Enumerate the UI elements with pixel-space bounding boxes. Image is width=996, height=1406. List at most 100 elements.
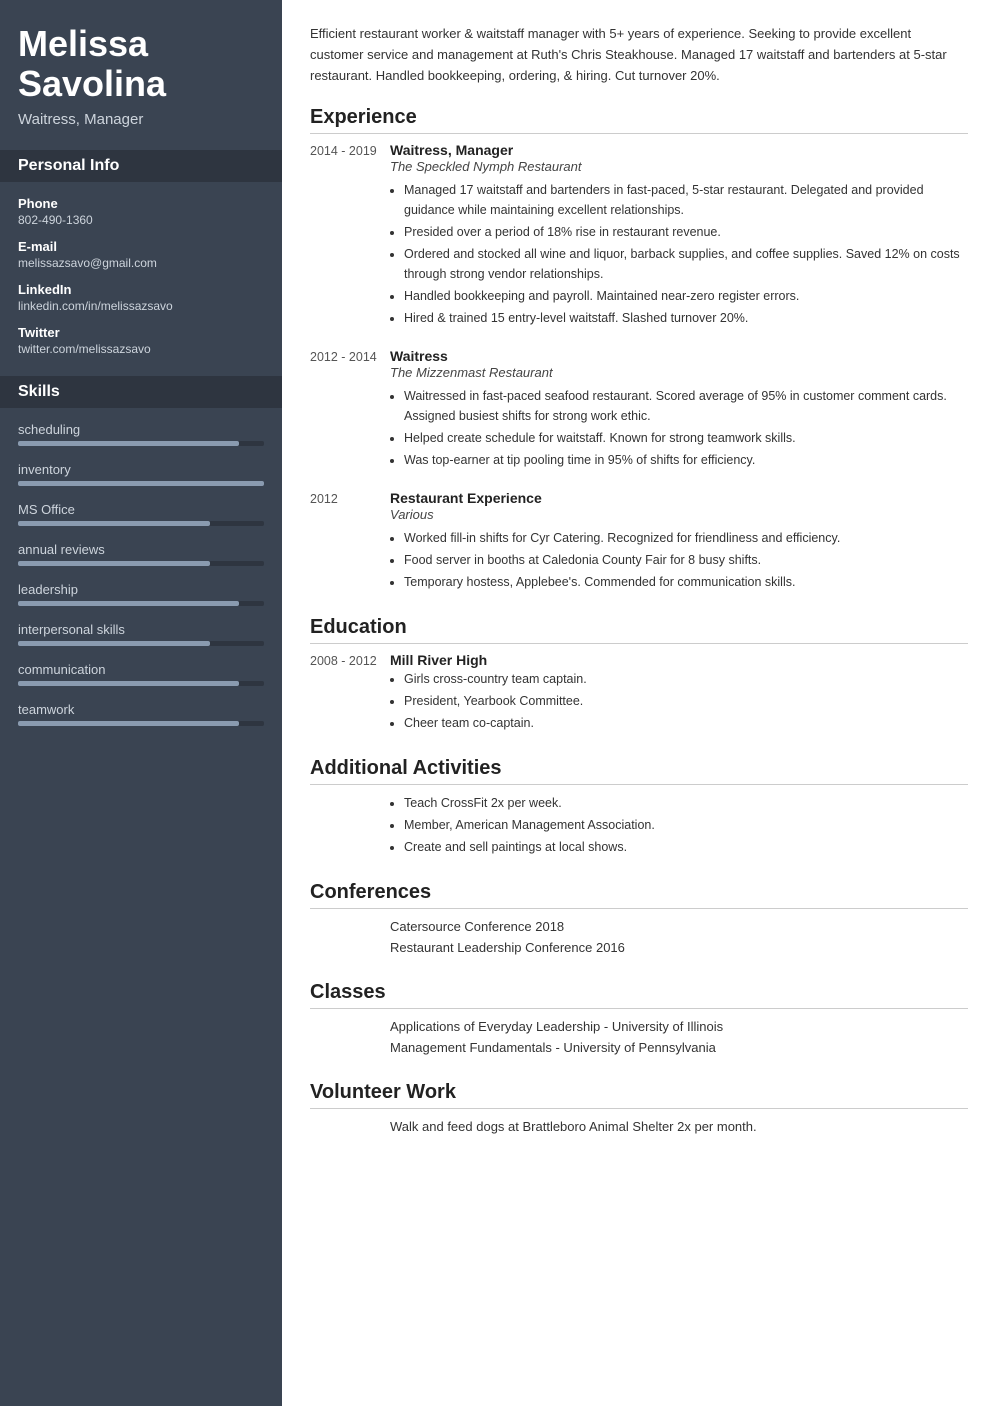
summary-text: Efficient restaurant worker & waitstaff …	[310, 24, 968, 86]
entry-job-title: Waitress, Manager	[390, 142, 968, 158]
entry-job-title: Mill River High	[390, 652, 968, 668]
skill-item: teamwork	[18, 702, 264, 726]
entry-date: 2012	[310, 490, 390, 594]
entry-date: 2008 - 2012	[310, 652, 390, 735]
skill-bar-fill	[18, 441, 239, 446]
bullet: Temporary hostess, Applebee's. Commended…	[404, 572, 968, 592]
bullet: Worked fill-in shifts for Cyr Catering. …	[404, 528, 968, 548]
experience-section: Experience 2014 - 2019 Waitress, Manager…	[310, 106, 968, 594]
skill-bar-bg	[18, 561, 264, 566]
skill-name: interpersonal skills	[18, 622, 264, 637]
bullet: Hired & trained 15 entry-level waitstaff…	[404, 308, 968, 328]
skill-name: communication	[18, 662, 264, 677]
classes-body: Applications of Everyday Leadership - Un…	[390, 1017, 723, 1059]
activities-list: Teach CrossFit 2x per week.Member, Ameri…	[390, 793, 655, 857]
class-item: Management Fundamentals - University of …	[390, 1038, 723, 1059]
skill-name: inventory	[18, 462, 264, 477]
skill-name: teamwork	[18, 702, 264, 717]
entry-bullets: Worked fill-in shifts for Cyr Catering. …	[390, 528, 968, 592]
entry-body: Mill River High Girls cross-country team…	[390, 652, 968, 735]
email-label: E-mail	[18, 239, 264, 254]
email-value: melissazsavo@gmail.com	[18, 256, 264, 270]
twitter-value: twitter.com/melissazsavo	[18, 342, 264, 356]
candidate-name: Melissa Savolina	[18, 24, 264, 103]
entry-body: Restaurant Experience Various Worked fil…	[390, 490, 968, 594]
activities-body: Teach CrossFit 2x per week.Member, Ameri…	[390, 793, 655, 859]
entry-bullets: Managed 17 waitstaff and bartenders in f…	[390, 180, 968, 328]
entry-bullets: Girls cross-country team captain.Preside…	[390, 669, 968, 733]
skill-bar-fill	[18, 481, 264, 486]
bullet: Cheer team co-captain.	[404, 713, 968, 733]
skill-item: inventory	[18, 462, 264, 486]
linkedin-value: linkedin.com/in/melissazsavo	[18, 299, 264, 313]
skill-bar-bg	[18, 681, 264, 686]
volunteer-section: Volunteer Work Walk and feed dogs at Bra…	[310, 1081, 968, 1138]
experience-entry: 2014 - 2019 Waitress, Manager The Speckl…	[310, 142, 968, 330]
entry-company: The Speckled Nymph Restaurant	[390, 159, 968, 174]
candidate-title: Waitress, Manager	[18, 111, 264, 128]
entry-body: Waitress The Mizzenmast Restaurant Waitr…	[390, 348, 968, 472]
bullet: Ordered and stocked all wine and liquor,…	[404, 244, 968, 284]
volunteer-heading: Volunteer Work	[310, 1081, 968, 1109]
activities-date	[310, 793, 390, 859]
classes-section: Classes Applications of Everyday Leaders…	[310, 981, 968, 1059]
skill-bar-bg	[18, 441, 264, 446]
conferences-section: Conferences Catersource Conference 2018R…	[310, 881, 968, 959]
volunteer-item: Walk and feed dogs at Brattleboro Animal…	[390, 1117, 757, 1138]
entry-job-title: Waitress	[390, 348, 968, 364]
skills-section: Skills scheduling inventory MS Office an…	[18, 376, 264, 726]
skill-bar-fill	[18, 721, 239, 726]
conferences-heading: Conferences	[310, 881, 968, 909]
conference-item: Catersource Conference 2018	[390, 917, 625, 938]
bullet: Food server in booths at Caledonia Count…	[404, 550, 968, 570]
activities-heading: Additional Activities	[310, 757, 968, 785]
skill-item: communication	[18, 662, 264, 686]
bullet: Presided over a period of 18% rise in re…	[404, 222, 968, 242]
phone-label: Phone	[18, 196, 264, 211]
entry-body: Waitress, Manager The Speckled Nymph Res…	[390, 142, 968, 330]
skill-bar-fill	[18, 601, 239, 606]
personal-info-heading: Personal Info	[0, 150, 282, 182]
bullet: Managed 17 waitstaff and bartenders in f…	[404, 180, 968, 220]
twitter-label: Twitter	[18, 325, 264, 340]
education-heading: Education	[310, 616, 968, 644]
entry-date: 2014 - 2019	[310, 142, 390, 330]
activities-entry: Teach CrossFit 2x per week.Member, Ameri…	[310, 793, 968, 859]
entry-job-title: Restaurant Experience	[390, 490, 968, 506]
main-content: Efficient restaurant worker & waitstaff …	[282, 0, 996, 1406]
class-item: Applications of Everyday Leadership - Un…	[390, 1017, 723, 1038]
skill-bar-bg	[18, 481, 264, 486]
skills-heading: Skills	[0, 376, 282, 408]
experience-heading: Experience	[310, 106, 968, 134]
bullet: Create and sell paintings at local shows…	[404, 837, 655, 857]
entry-date: 2012 - 2014	[310, 348, 390, 472]
experience-entry: 2012 - 2014 Waitress The Mizzenmast Rest…	[310, 348, 968, 472]
conference-item: Restaurant Leadership Conference 2016	[390, 938, 625, 959]
skill-bar-bg	[18, 641, 264, 646]
conferences-body: Catersource Conference 2018Restaurant Le…	[390, 917, 625, 959]
bullet: Teach CrossFit 2x per week.	[404, 793, 655, 813]
skill-name: annual reviews	[18, 542, 264, 557]
bullet: Waitressed in fast-paced seafood restaur…	[404, 386, 968, 426]
classes-entry: Applications of Everyday Leadership - Un…	[310, 1017, 968, 1059]
skill-bar-bg	[18, 601, 264, 606]
volunteer-date	[310, 1117, 390, 1138]
linkedin-label: LinkedIn	[18, 282, 264, 297]
volunteer-entry: Walk and feed dogs at Brattleboro Animal…	[310, 1117, 968, 1138]
skill-bar-fill	[18, 561, 210, 566]
skill-bar-bg	[18, 721, 264, 726]
conferences-entry: Catersource Conference 2018Restaurant Le…	[310, 917, 968, 959]
entry-company: The Mizzenmast Restaurant	[390, 365, 968, 380]
skill-bar-bg	[18, 521, 264, 526]
classes-date	[310, 1017, 390, 1059]
bullet: Was top-earner at tip pooling time in 95…	[404, 450, 968, 470]
conferences-date	[310, 917, 390, 959]
experience-entry: 2012 Restaurant Experience Various Worke…	[310, 490, 968, 594]
education-entry: 2008 - 2012 Mill River High Girls cross-…	[310, 652, 968, 735]
skill-item: MS Office	[18, 502, 264, 526]
phone-value: 802-490-1360	[18, 213, 264, 227]
bullet: Member, American Management Association.	[404, 815, 655, 835]
skill-bar-fill	[18, 521, 210, 526]
classes-heading: Classes	[310, 981, 968, 1009]
volunteer-body: Walk and feed dogs at Brattleboro Animal…	[390, 1117, 757, 1138]
